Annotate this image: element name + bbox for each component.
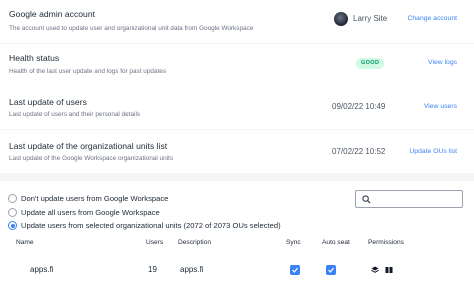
check-icon [328,267,334,273]
radio-update-all-label[interactable]: Update all users from Google Workspace [21,208,160,217]
column-header-description[interactable]: Description [178,239,211,246]
google-account-section: Google admin account The account used to… [0,0,474,43]
radio-update-selected[interactable] [8,221,17,230]
health-status-description: Health of the last user update and logs … [9,68,167,75]
radio-update-all[interactable] [8,208,17,217]
row-users: 19 [148,265,157,274]
column-header-name[interactable]: Name [16,239,34,246]
health-status-section: Health status Health of the last user up… [0,44,474,87]
auto-seat-checkbox[interactable] [326,265,336,275]
column-header-auto-seat[interactable]: Auto seat [322,239,350,246]
view-users-link[interactable]: View users [400,103,457,110]
layers-icon[interactable] [371,266,379,274]
sync-checkbox[interactable] [290,265,300,275]
account-user-name: Larry Site [353,14,388,23]
row-description: apps.fi [180,265,204,274]
last-ous-timestamp: 07/02/22 10:52 [332,147,386,156]
last-users-title: Last update of users [9,97,87,107]
column-header-sync[interactable]: Sync [286,239,301,246]
search-icon [362,195,371,204]
check-icon [292,267,298,273]
last-users-section: Last update of users Last update of user… [0,86,474,129]
last-ous-description: Last update of the Google Workspace orga… [9,155,174,162]
status-badge: GOOD [356,58,385,69]
radio-dont-update[interactable] [8,194,17,203]
last-ous-section: Last update of the organizational units … [0,130,474,173]
table-row: apps.fi 19 apps.fi [0,256,474,286]
last-users-timestamp: 09/02/22 10:49 [332,102,386,111]
last-users-description: Last update of users and their personal … [9,111,141,118]
book-icon[interactable] [385,266,393,274]
change-account-link[interactable]: Change account [400,15,457,22]
google-account-description: The account used to update user and orga… [9,25,254,32]
google-account-title: Google admin account [9,9,95,19]
search-input[interactable] [355,190,463,208]
view-logs-link[interactable]: View logs [400,59,457,66]
health-status-title: Health status [9,53,60,63]
radio-update-selected-label[interactable]: Update users from selected organizationa… [21,221,281,230]
column-header-permissions[interactable]: Permissions [368,239,404,246]
radio-dont-update-label[interactable]: Don't update users from Google Workspace [21,194,168,203]
avatar [334,12,348,26]
update-ous-link[interactable]: Update OUs list [400,148,457,155]
last-ous-title: Last update of the organizational units … [9,141,168,151]
row-name: apps.fi [30,265,54,274]
column-header-users[interactable]: Users [146,239,163,246]
